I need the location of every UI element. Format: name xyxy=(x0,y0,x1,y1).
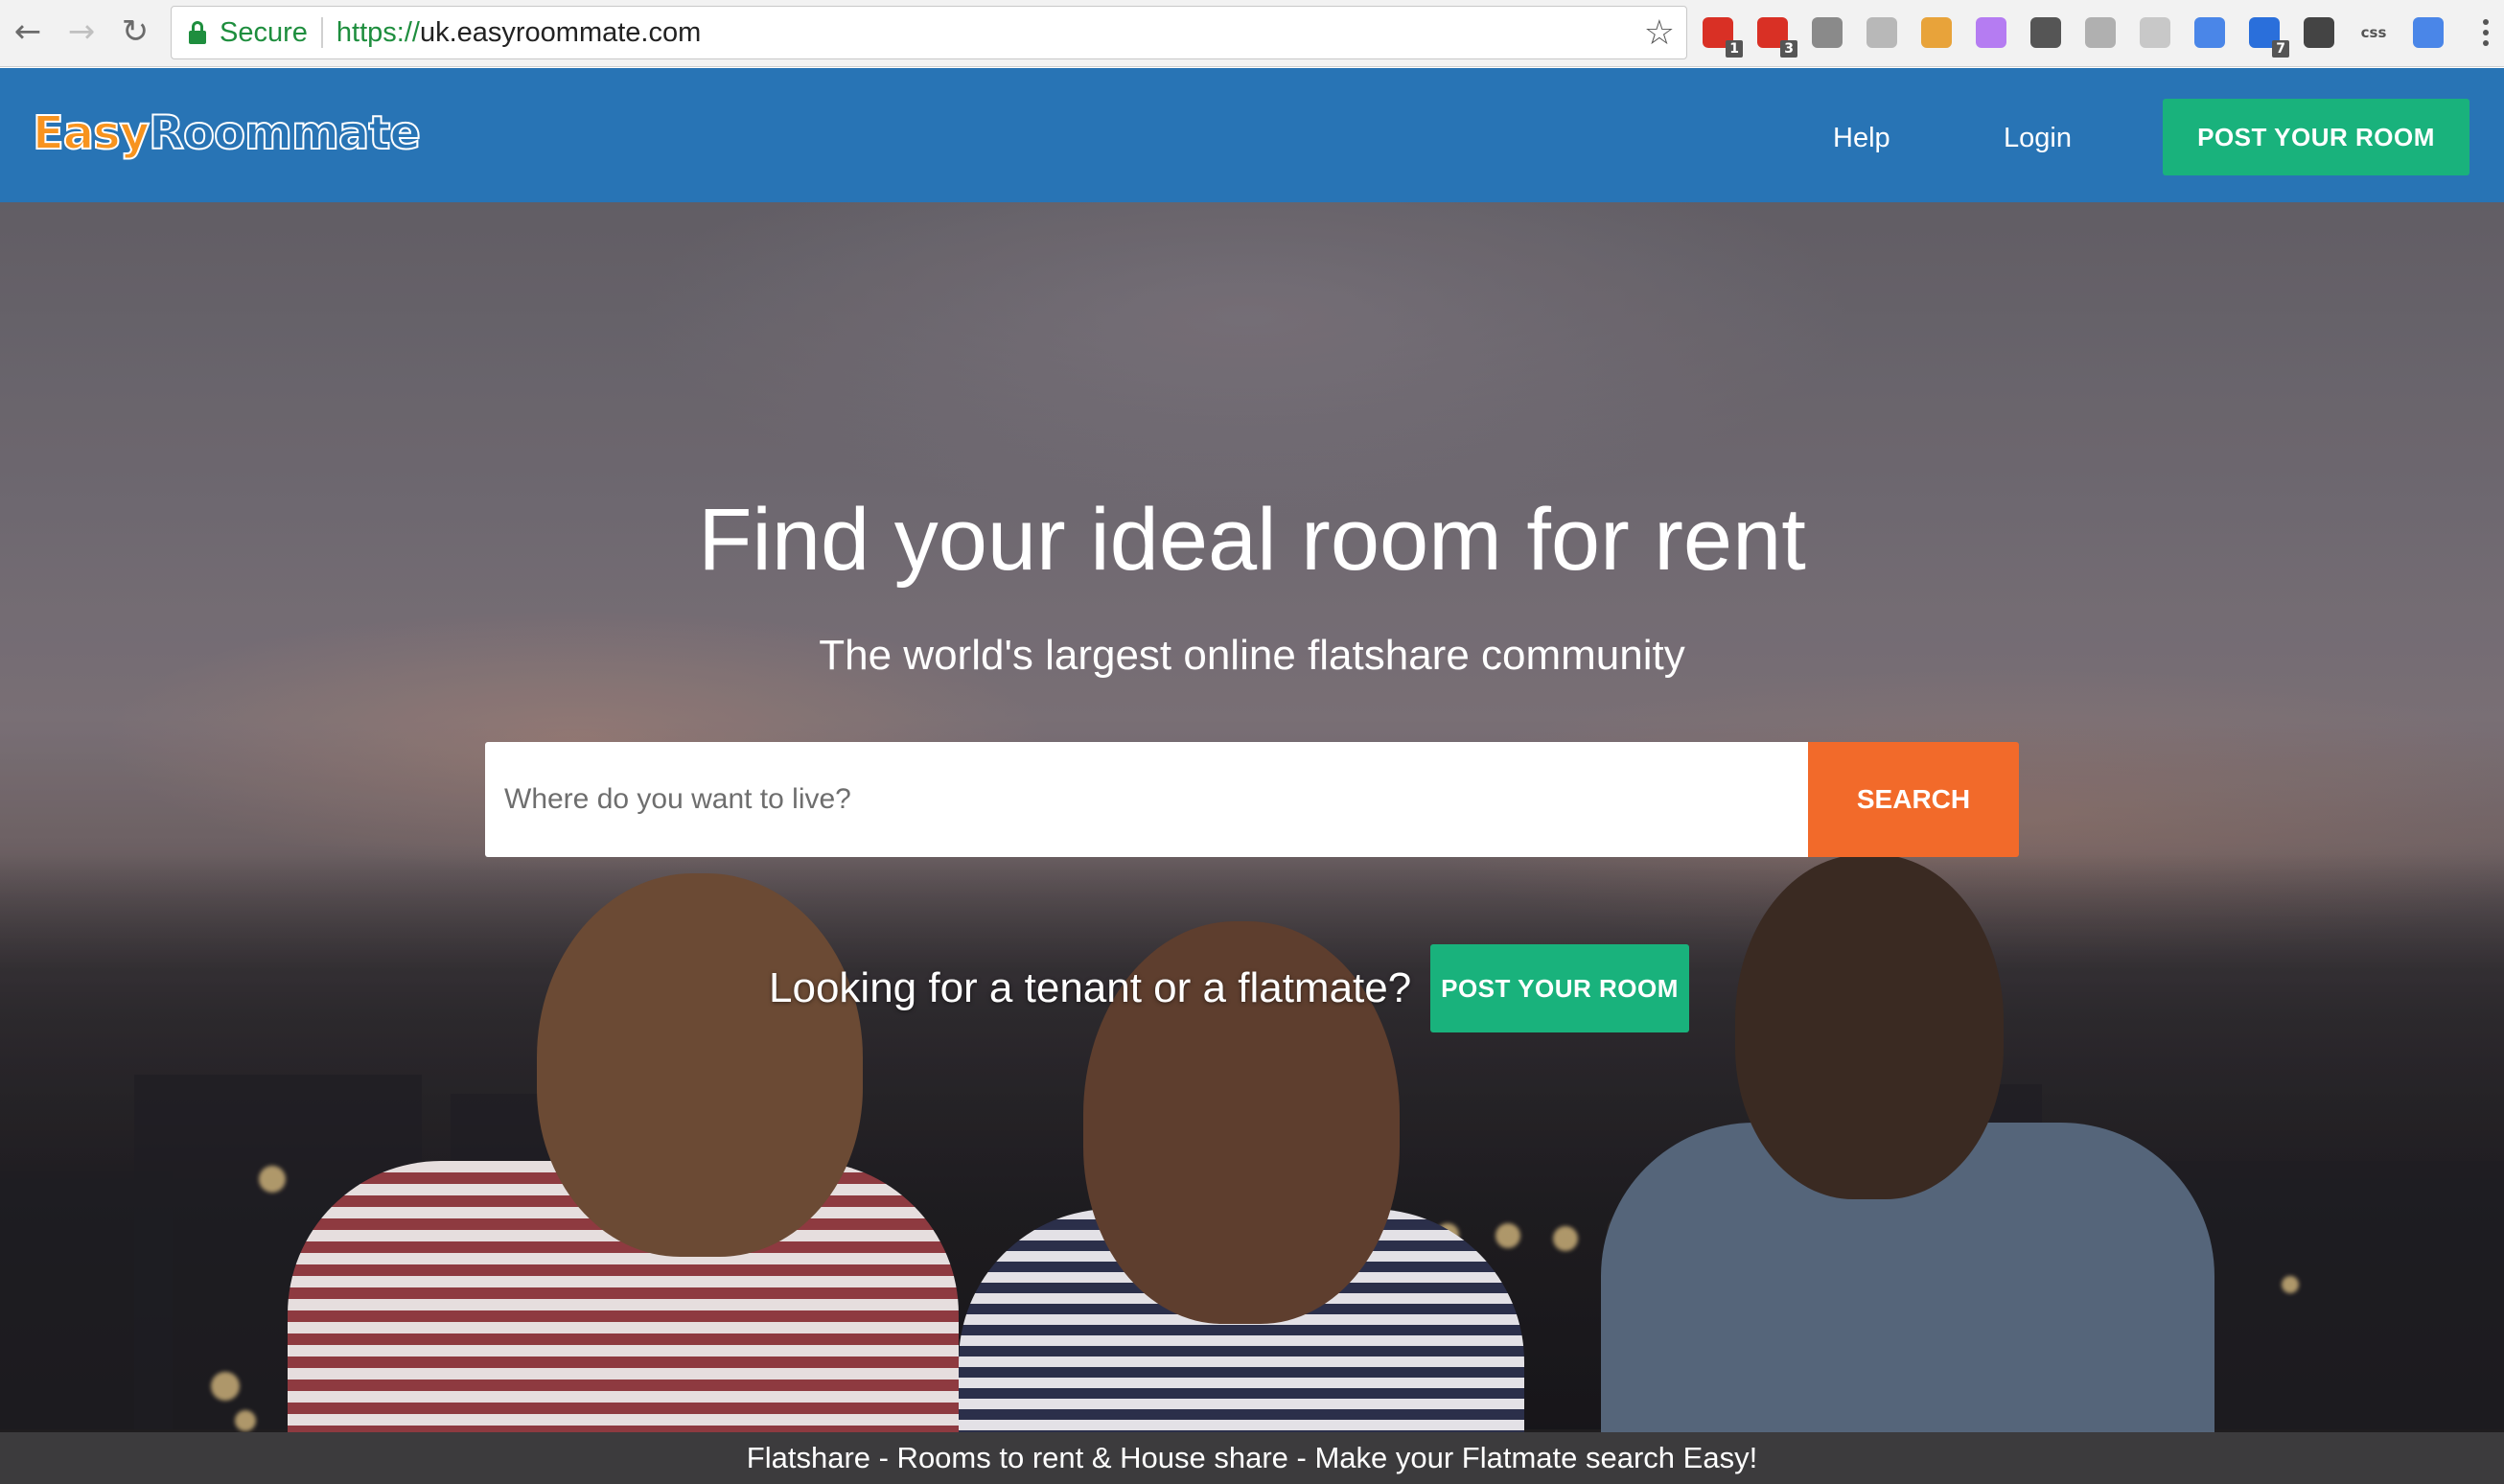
extensions-bar: 1 3 7 css xyxy=(1703,13,2444,58)
ext-cloud-icon[interactable] xyxy=(1812,17,1843,48)
url-host: uk.easyroommate.com xyxy=(419,16,702,48)
cast-icon[interactable] xyxy=(2413,17,2444,48)
footer-tagline: Flatshare - Rooms to rent & House share … xyxy=(0,1432,2504,1484)
ext-v-icon[interactable] xyxy=(2085,17,2116,48)
bookmark-star-icon[interactable]: ☆ xyxy=(1644,13,1675,53)
hero-section: Find your ideal room for rent The world'… xyxy=(0,202,2504,1432)
reload-icon[interactable]: ↻ xyxy=(115,12,155,52)
ext-blue-badge-icon[interactable]: 7 xyxy=(2249,17,2289,58)
url-protocol: https:// xyxy=(336,16,420,48)
ext-red-badge-icon[interactable]: 1 xyxy=(1703,17,1743,58)
lock-icon xyxy=(189,21,206,44)
ext-download-icon[interactable] xyxy=(2304,17,2334,48)
ext-drive-icon[interactable] xyxy=(1866,17,1897,48)
url-text[interactable]: https://uk.easyroommate.com xyxy=(336,17,701,49)
ext-css-icon[interactable]: css xyxy=(2358,17,2389,48)
ext-coin-icon[interactable] xyxy=(2140,17,2170,48)
search-button[interactable]: SEARCH xyxy=(1808,742,2019,857)
location-search-input[interactable] xyxy=(485,742,1808,857)
site-header: EasyRoommate Help Login POST YOUR ROOM xyxy=(0,68,2504,202)
ext-pocket-icon[interactable] xyxy=(2030,17,2061,48)
secure-label: Secure xyxy=(220,16,308,48)
nav-login-link[interactable]: Login xyxy=(2004,123,2072,154)
ext-translate-icon[interactable] xyxy=(2194,17,2225,48)
footer-tagline-text: Flatshare - Rooms to rent & House share … xyxy=(746,1441,1758,1474)
header-post-room-button[interactable]: POST YOUR ROOM xyxy=(2163,99,2469,175)
nav-help-link[interactable]: Help xyxy=(1833,123,1890,154)
logo-roommate: Roommate xyxy=(148,105,422,161)
extension-badge: 7 xyxy=(2272,40,2289,58)
ext-gmail-badge-icon[interactable]: 3 xyxy=(1757,17,1797,58)
forward-arrow-icon[interactable]: → xyxy=(61,12,102,52)
address-divider xyxy=(320,17,323,48)
tenant-question-text: Looking for a tenant or a flatmate? xyxy=(769,964,1412,1011)
extension-badge: 1 xyxy=(1726,40,1743,58)
ext-orange-icon[interactable] xyxy=(1921,17,1952,48)
address-bar[interactable]: Secure https://uk.easyroommate.com ☆ xyxy=(171,6,1687,59)
easyroommate-logo[interactable]: EasyRoommate xyxy=(32,105,422,164)
back-arrow-icon[interactable]: ← xyxy=(8,12,48,52)
hero-post-room-button[interactable]: POST YOUR ROOM xyxy=(1430,944,1689,1032)
ext-purple-icon[interactable] xyxy=(1976,17,2006,48)
browser-toolbar: ← → ↻ Secure https://uk.easyroommate.com… xyxy=(0,0,2504,67)
hero-subtitle: The world's largest online flatshare com… xyxy=(819,632,1685,679)
logo-easy: Easy xyxy=(32,105,151,161)
browser-menu-icon[interactable] xyxy=(2481,13,2491,52)
extension-badge: 3 xyxy=(1780,40,1797,58)
hero-title: Find your ideal room for rent xyxy=(698,491,1806,589)
